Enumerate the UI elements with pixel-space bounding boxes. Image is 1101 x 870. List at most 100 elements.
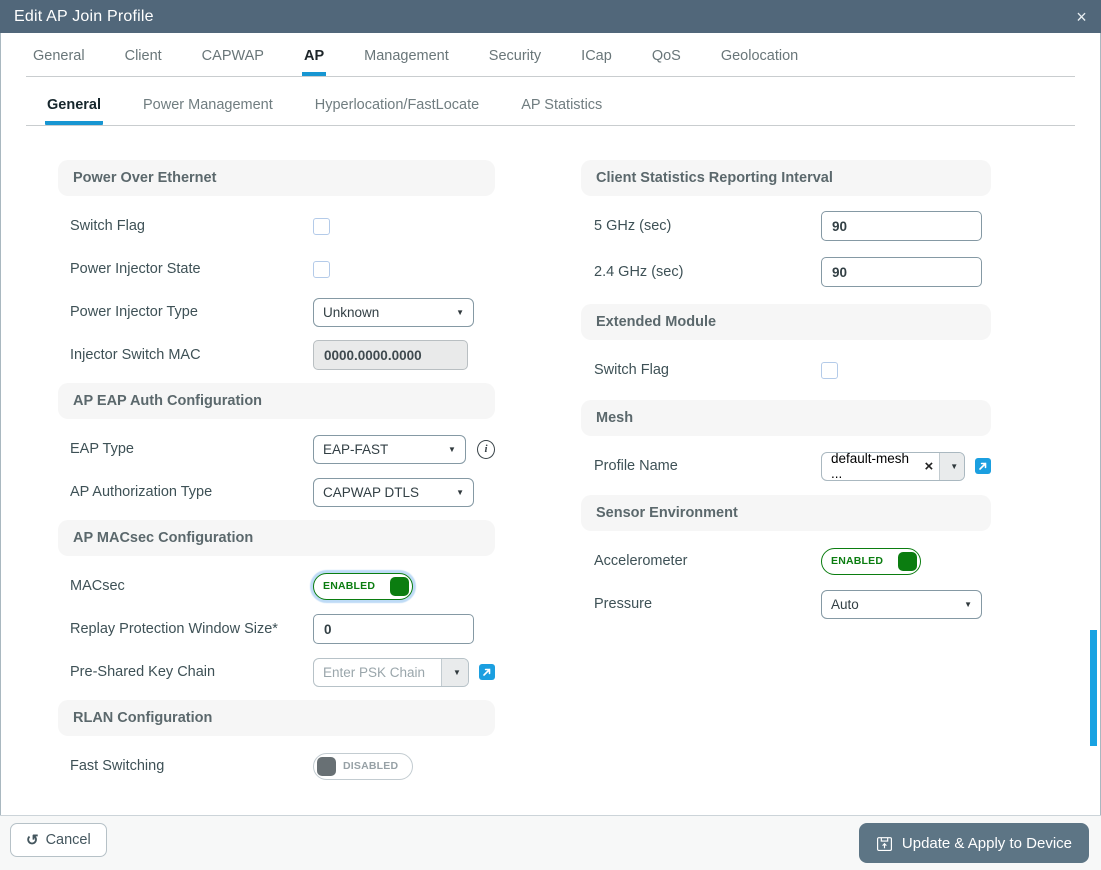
ext-switch-flag-label: Switch Flag xyxy=(594,362,669,378)
replay-protection-input[interactable] xyxy=(313,614,474,644)
left-column: Power Over Ethernet Switch Flag Power In… xyxy=(58,160,495,794)
chevron-down-icon: ▼ xyxy=(964,599,972,609)
pressure-select[interactable]: Auto ▼ xyxy=(821,589,982,619)
edit-ap-join-profile-dialog: Edit AP Join Profile × General Client CA… xyxy=(0,0,1101,870)
mesh-external-link-icon[interactable] xyxy=(975,458,991,474)
5ghz-label: 5 GHz (sec) xyxy=(594,218,672,234)
switch-flag-checkbox[interactable] xyxy=(313,217,330,235)
macsec-toggle-state: ENABLED xyxy=(323,580,376,592)
replay-protection-label: Replay Protection Window Size* xyxy=(70,621,278,637)
update-apply-button-label: Update & Apply to Device xyxy=(901,834,1072,852)
accelerometer-toggle[interactable]: ENABLED xyxy=(821,547,921,575)
tab-general[interactable]: General xyxy=(31,46,87,76)
accelerometer-label: Accelerometer xyxy=(594,553,688,569)
chevron-down-icon: ▼ xyxy=(448,444,456,454)
eap-type-select[interactable]: EAP-FAST ▼ xyxy=(313,434,466,464)
clear-icon[interactable]: × xyxy=(923,453,940,480)
dialog-body: General Client CAPWAP AP Management Secu… xyxy=(0,33,1101,815)
tab-geolocation[interactable]: Geolocation xyxy=(719,46,800,76)
psk-chain-label: Pre-Shared Key Chain xyxy=(70,664,216,680)
section-sensor-environment: Sensor Environment xyxy=(581,495,991,531)
fast-switching-toggle-state: DISABLED xyxy=(343,760,399,772)
row-accelerometer: Accelerometer ENABLED xyxy=(581,546,991,576)
tab-management[interactable]: Management xyxy=(362,46,451,76)
macsec-toggle[interactable]: ENABLED xyxy=(313,572,413,600)
24ghz-label: 2.4 GHz (sec) xyxy=(594,264,684,280)
subtab-ap-statistics[interactable]: AP Statistics xyxy=(519,95,604,125)
mesh-profile-dropdown-button[interactable]: ▼ xyxy=(939,452,965,480)
row-macsec: MACsec ENABLED xyxy=(58,571,495,601)
power-injector-type-label: Power Injector Type xyxy=(70,304,198,320)
close-icon[interactable]: × xyxy=(1076,8,1087,26)
psk-chain-dropdown-button[interactable]: ▼ xyxy=(441,658,468,686)
right-column: Client Statistics Reporting Interval 5 G… xyxy=(581,160,991,794)
fast-switching-toggle[interactable]: DISABLED xyxy=(313,752,413,780)
section-client-statistics: Client Statistics Reporting Interval xyxy=(581,160,991,196)
dialog-titlebar: Edit AP Join Profile × xyxy=(0,0,1101,33)
psk-external-link-icon[interactable] xyxy=(479,664,495,680)
cancel-button-label: Cancel xyxy=(45,832,91,848)
section-power-over-ethernet: Power Over Ethernet xyxy=(58,160,495,196)
chevron-down-icon: ▼ xyxy=(453,667,461,677)
row-power-injector-type: Power Injector Type Unknown ▼ xyxy=(58,297,495,327)
subtab-general[interactable]: General xyxy=(45,95,103,125)
row-24ghz-interval: 2.4 GHz (sec) xyxy=(581,257,991,287)
toggle-knob xyxy=(390,576,409,596)
chevron-down-icon: ▼ xyxy=(950,461,959,471)
injector-switch-mac-input[interactable] xyxy=(313,340,468,370)
info-icon[interactable]: i xyxy=(476,439,495,459)
row-5ghz-interval: 5 GHz (sec) xyxy=(581,211,991,241)
ext-switch-flag-checkbox[interactable] xyxy=(821,361,838,379)
mesh-profile-value: default-mesh ... xyxy=(831,451,910,481)
toggle-knob xyxy=(898,551,917,571)
section-extended-module: Extended Module xyxy=(581,304,991,340)
subtab-power-management[interactable]: Power Management xyxy=(141,95,275,125)
vertical-scrollbar-thumb[interactable] xyxy=(1090,630,1097,746)
subtab-hyperlocation-fastlocate[interactable]: Hyperlocation/FastLocate xyxy=(313,95,481,125)
row-mesh-profile-name: Profile Name default-mesh ... × ▼ xyxy=(581,451,991,481)
pressure-label: Pressure xyxy=(594,596,653,612)
fast-switching-label: Fast Switching xyxy=(70,758,165,774)
undo-icon: ↺ xyxy=(26,832,39,849)
cancel-button[interactable]: ↺ Cancel xyxy=(10,823,107,857)
mesh-profile-combobox[interactable]: default-mesh ... × ▼ xyxy=(821,451,966,481)
power-injector-state-checkbox[interactable] xyxy=(313,260,330,278)
power-injector-type-select[interactable]: Unknown ▼ xyxy=(313,297,474,327)
row-power-injector-state: Power Injector State xyxy=(58,254,495,284)
mesh-profile-name-label: Profile Name xyxy=(594,458,678,474)
section-ap-eap-auth: AP EAP Auth Configuration xyxy=(58,383,495,419)
tab-qos[interactable]: QoS xyxy=(650,46,683,76)
row-eap-type: EAP Type EAP-FAST ▼ i xyxy=(58,434,495,464)
injector-switch-mac-label: Injector Switch MAC xyxy=(70,347,201,363)
accelerometer-toggle-state: ENABLED xyxy=(831,555,884,567)
row-injector-switch-mac: Injector Switch MAC xyxy=(58,340,495,370)
update-apply-button[interactable]: Update & Apply to Device xyxy=(858,823,1089,863)
tab-client[interactable]: Client xyxy=(123,46,164,76)
save-icon xyxy=(876,835,893,852)
main-tabs-bar: General Client CAPWAP AP Management Secu… xyxy=(26,33,1075,77)
eap-type-label: EAP Type xyxy=(70,441,134,457)
section-mesh: Mesh xyxy=(581,400,991,436)
psk-chain-combobox[interactable]: Enter PSK Chain ▼ xyxy=(313,657,469,687)
psk-chain-placeholder: Enter PSK Chain xyxy=(323,664,426,680)
row-switch-flag: Switch Flag xyxy=(58,211,495,241)
power-injector-state-label: Power Injector State xyxy=(70,261,201,277)
row-pressure: Pressure Auto ▼ xyxy=(581,589,991,619)
tab-security[interactable]: Security xyxy=(487,46,543,76)
24ghz-interval-input[interactable] xyxy=(821,257,982,287)
chevron-down-icon: ▼ xyxy=(456,307,464,317)
ap-authorization-type-select[interactable]: CAPWAP DTLS ▼ xyxy=(313,477,474,507)
sub-tabs-bar: General Power Management Hyperlocation/F… xyxy=(26,77,1075,126)
row-pre-shared-key-chain: Pre-Shared Key Chain Enter PSK Chain ▼ xyxy=(58,657,495,687)
row-fast-switching: Fast Switching DISABLED xyxy=(58,751,495,781)
dialog-title: Edit AP Join Profile xyxy=(14,7,154,25)
section-ap-macsec: AP MACsec Configuration xyxy=(58,520,495,556)
section-rlan: RLAN Configuration xyxy=(58,700,495,736)
tab-capwap[interactable]: CAPWAP xyxy=(200,46,266,76)
chevron-down-icon: ▼ xyxy=(456,487,464,497)
tab-ap[interactable]: AP xyxy=(301,46,327,76)
form-content: Power Over Ethernet Switch Flag Power In… xyxy=(1,126,1100,794)
switch-flag-label: Switch Flag xyxy=(70,218,145,234)
5ghz-interval-input[interactable] xyxy=(821,211,982,241)
tab-icap[interactable]: ICap xyxy=(579,46,614,76)
